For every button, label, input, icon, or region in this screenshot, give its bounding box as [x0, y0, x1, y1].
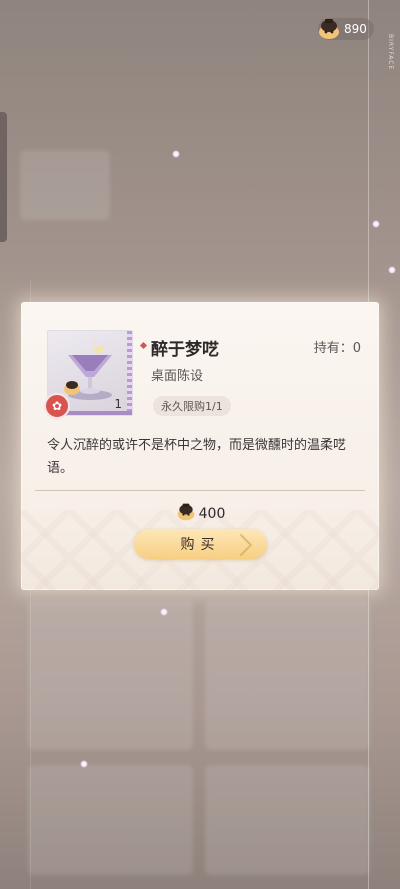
- blurred-panel: [20, 150, 110, 220]
- currency-amount: 890: [344, 22, 367, 36]
- blurred-shop-card: [205, 600, 370, 750]
- pudding-mascot-icon: [316, 17, 342, 41]
- item-count: 1: [114, 397, 122, 411]
- flower-rarity-icon: ✿: [44, 393, 70, 419]
- buy-button-label: 购买: [180, 537, 221, 553]
- sparkle: [80, 760, 88, 768]
- item-card: ✿ 1: [44, 330, 133, 419]
- currency-display[interactable]: 890: [318, 18, 374, 40]
- pudding-mascot-icon: [175, 502, 197, 526]
- vertical-brand-label: BIRYFACE: [387, 34, 394, 71]
- sparkle: [172, 150, 180, 158]
- chevron-right-icon: [229, 533, 253, 557]
- item-category: 桌面陈设: [151, 369, 204, 384]
- item-description: 令人沉醉的或许不是杯中之物，而是微醺时的温柔呓语。: [47, 438, 347, 476]
- blurred-shop-card: [205, 765, 370, 875]
- purchase-dialog: ✿ 1 醉于梦呓 持有：0 桌面陈设 永久限购1/1 令人沉醉的或许不是杯中之物…: [21, 302, 379, 590]
- side-drawer-handle[interactable]: [0, 112, 7, 242]
- holding-count: 持有：0: [313, 341, 361, 356]
- divider: [35, 490, 365, 491]
- price-amount: 400: [198, 506, 226, 522]
- sparkle: [372, 220, 380, 228]
- blurred-shop-card: [28, 600, 193, 750]
- sparkle: [388, 266, 396, 274]
- card-side-strip: [127, 331, 132, 415]
- price-row: 400: [21, 502, 379, 526]
- blurred-shop-card: [28, 765, 193, 875]
- name-marker-icon: [139, 341, 148, 350]
- item-name: 醉于梦呓: [151, 340, 219, 360]
- sparkle: [160, 608, 168, 616]
- purchase-limit-badge: 永久限购1/1: [153, 396, 231, 416]
- buy-button[interactable]: 购买: [134, 529, 267, 559]
